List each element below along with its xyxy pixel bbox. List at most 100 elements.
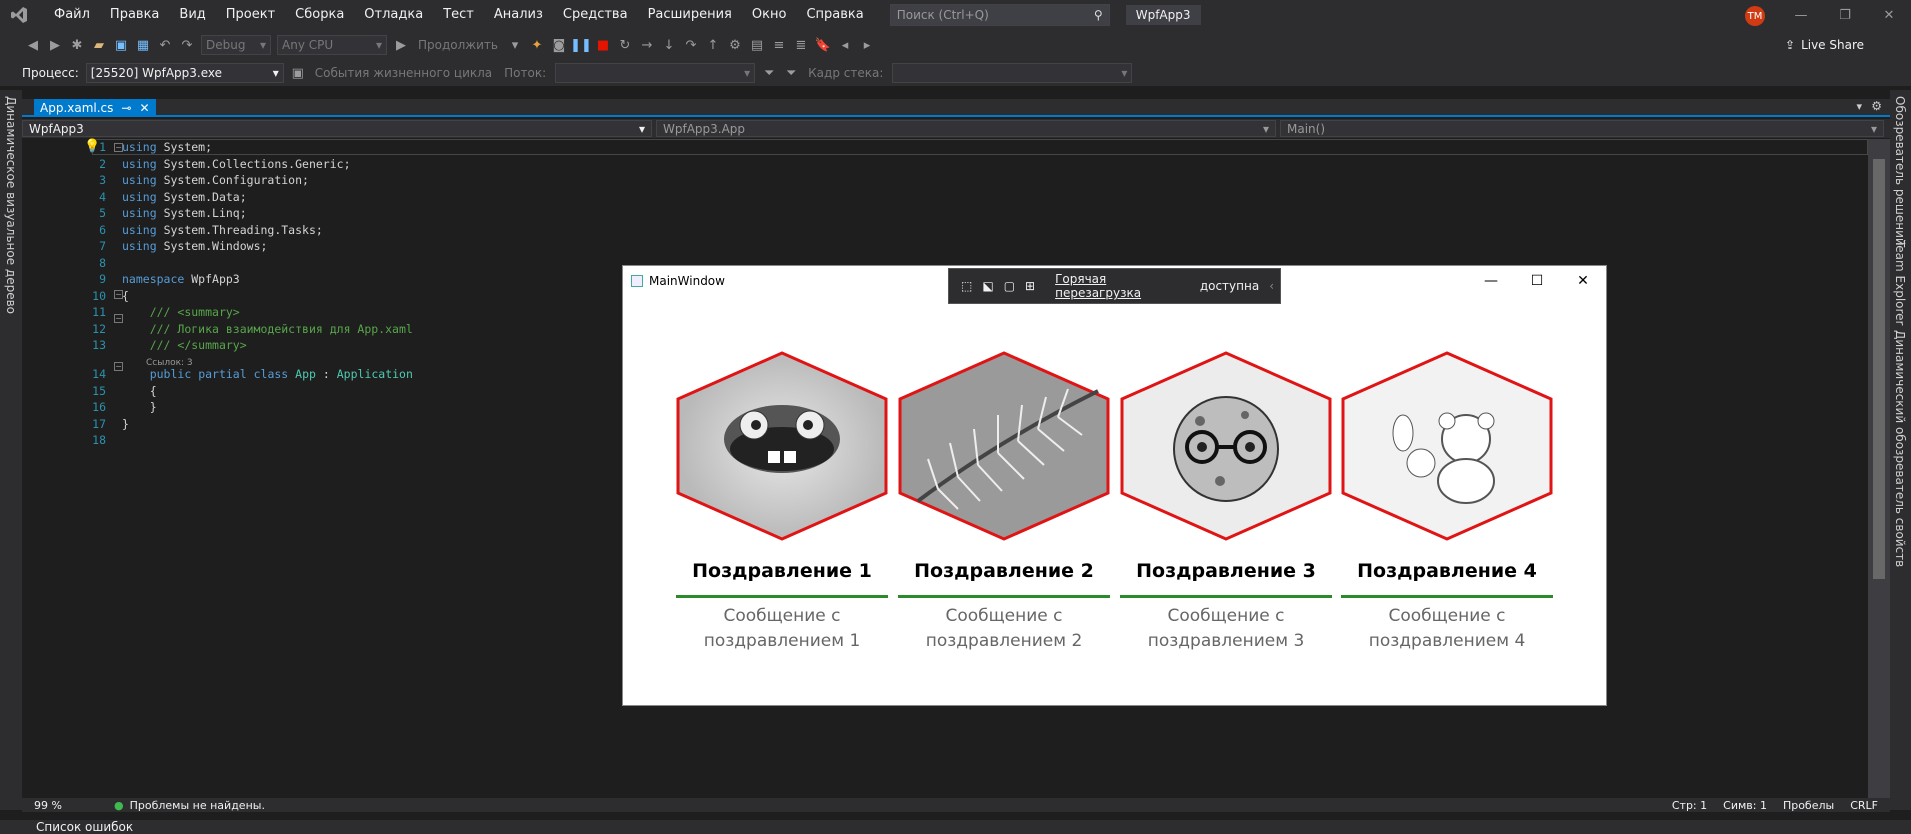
step-over-icon[interactable]: ↷ bbox=[680, 34, 702, 56]
problems-status[interactable]: Проблемы не найдены. bbox=[130, 799, 265, 812]
live-visual-tree-tab[interactable]: Динамическое визуальное дерево bbox=[4, 96, 18, 314]
wpf-window-title: MainWindow bbox=[649, 274, 725, 288]
maximize-icon[interactable]: ☐ bbox=[1514, 266, 1560, 296]
line-number: 18 bbox=[92, 433, 106, 447]
scrollbar-thumb[interactable] bbox=[1873, 159, 1885, 579]
next-bookmark-icon[interactable]: ▸ bbox=[856, 34, 878, 56]
gear-icon[interactable]: ⚙ bbox=[1871, 99, 1882, 113]
share-icon: ⇪ bbox=[1785, 38, 1796, 52]
uncomment-icon[interactable]: ≣ bbox=[790, 34, 812, 56]
menu-edit[interactable]: Правка bbox=[100, 0, 169, 30]
configuration-select[interactable]: Debug ▾ bbox=[201, 35, 271, 55]
track-focus-icon[interactable]: ▢ bbox=[1004, 279, 1015, 293]
editor-status-bar: 99 % ● Проблемы не найдены. Стр: 1 Симв:… bbox=[22, 798, 1890, 812]
menu-file[interactable]: Файл bbox=[44, 0, 100, 30]
menu-build[interactable]: Сборка bbox=[285, 0, 354, 30]
spaces-indicator[interactable]: Пробелы bbox=[1783, 799, 1834, 812]
display-adorners-icon[interactable]: ⬕ bbox=[982, 279, 993, 293]
live-share-button[interactable]: ⇪ Live Share bbox=[1785, 38, 1864, 52]
error-list-panel-header[interactable]: Список ошибок bbox=[0, 820, 1911, 834]
menu-window[interactable]: Окно bbox=[742, 0, 797, 30]
redo-icon[interactable]: ↷ bbox=[176, 34, 198, 56]
step-into-icon[interactable]: ↓ bbox=[658, 34, 680, 56]
vertical-scrollbar[interactable] bbox=[1868, 139, 1890, 799]
close-icon[interactable]: ✕ bbox=[1560, 266, 1606, 296]
eol-indicator[interactable]: CRLF bbox=[1850, 799, 1878, 812]
close-icon[interactable]: ✕ bbox=[1867, 8, 1911, 23]
restore-icon[interactable]: ❐ bbox=[1823, 8, 1867, 23]
step-icon[interactable]: → bbox=[636, 34, 658, 56]
line-number: 6 bbox=[99, 222, 106, 237]
card-message: Сообщение с поздравлением 2 bbox=[925, 606, 1083, 651]
menu-debug[interactable]: Отладка bbox=[354, 0, 433, 30]
select-element-icon[interactable]: ⬚ bbox=[961, 279, 972, 293]
dropdown-icon[interactable]: ▾ bbox=[504, 34, 526, 56]
comment-icon[interactable]: ≡ bbox=[768, 34, 790, 56]
process-select[interactable]: [25520] WpfApp3.exe ▾ bbox=[85, 63, 284, 83]
camera-icon[interactable]: ◙ bbox=[548, 34, 570, 56]
greeting-card-2: Поздравление 2 Сообщение с поздравлением … bbox=[898, 351, 1110, 661]
back-icon[interactable]: ◀ bbox=[22, 34, 44, 56]
line-number: 14 bbox=[92, 367, 106, 381]
card-title: Поздравление 2 bbox=[914, 560, 1094, 582]
new-project-icon[interactable]: ✱ bbox=[66, 34, 88, 56]
class-value: WpfApp3.App bbox=[663, 121, 746, 136]
search-input[interactable]: Поиск (Ctrl+Q) ⚲ bbox=[889, 4, 1110, 26]
minimize-icon[interactable]: — bbox=[1468, 266, 1514, 296]
save-icon[interactable]: ▣ bbox=[110, 34, 132, 56]
undo-icon[interactable]: ↶ bbox=[154, 34, 176, 56]
close-icon[interactable]: ✕ bbox=[139, 101, 149, 115]
line-number: 13 bbox=[92, 338, 106, 352]
stop-icon[interactable]: ■ bbox=[592, 34, 614, 56]
code-icon[interactable]: ▤ bbox=[746, 34, 768, 56]
greeting-card-4: Поздравление 4 Сообщение с поздравлением … bbox=[1341, 351, 1553, 661]
live-property-explorer-tab[interactable]: Динамический обозреватель свойств bbox=[1893, 330, 1907, 567]
card-title: Поздравление 3 bbox=[1136, 560, 1316, 582]
class-select[interactable]: WpfApp3.App ▾ bbox=[656, 120, 1276, 137]
pause-icon[interactable]: ❚❚ bbox=[570, 34, 592, 56]
menu-view[interactable]: Вид bbox=[169, 0, 215, 30]
hot-reload-link[interactable]: Горячая перезагрузка bbox=[1055, 272, 1196, 300]
prev-bookmark-icon[interactable]: ◂ bbox=[834, 34, 856, 56]
menu-project[interactable]: Проект bbox=[216, 0, 285, 30]
fire-icon[interactable]: ✦ bbox=[526, 34, 548, 56]
minimize-icon[interactable]: — bbox=[1779, 8, 1823, 23]
tab-overflow-icon[interactable]: ▾ bbox=[1856, 100, 1862, 113]
member-select[interactable]: Main() ▾ bbox=[1280, 120, 1884, 137]
collapse-toolbar-icon[interactable]: ‹ bbox=[1269, 279, 1274, 293]
hot-reload-icon[interactable]: ⚙ bbox=[724, 34, 746, 56]
zoom-level[interactable]: 99 % bbox=[34, 799, 94, 812]
menu-help[interactable]: Справка bbox=[796, 0, 873, 30]
project-select[interactable]: WpfApp3 ▾ bbox=[22, 120, 652, 137]
forward-icon[interactable]: ▶ bbox=[44, 34, 66, 56]
clear-filter-icon[interactable]: ⏷ bbox=[780, 62, 802, 84]
save-all-icon[interactable]: ▦ bbox=[132, 34, 154, 56]
play-icon[interactable]: ▶ bbox=[390, 34, 412, 56]
thread-select[interactable]: ▾ bbox=[555, 63, 756, 83]
team-explorer-tab[interactable]: Team Explorer bbox=[1893, 240, 1907, 326]
continue-button[interactable]: Продолжить bbox=[418, 38, 498, 52]
bookmark-icon[interactable]: 🔖 bbox=[812, 34, 834, 56]
layout-adorners-icon[interactable]: ⊞ bbox=[1025, 279, 1035, 293]
solution-explorer-tab[interactable]: Обозреватель решений bbox=[1893, 96, 1907, 246]
menu-extensions[interactable]: Расширения bbox=[638, 0, 742, 30]
image-hexagon-sponge bbox=[676, 351, 888, 541]
stackframe-select[interactable]: ▾ bbox=[892, 63, 1133, 83]
code-line: public partial class App : Application bbox=[149, 367, 413, 381]
avatar[interactable]: TM bbox=[1745, 6, 1765, 26]
chevron-down-icon: ▾ bbox=[638, 121, 645, 136]
menu-tools[interactable]: Средства bbox=[553, 0, 638, 30]
pin-icon[interactable]: ⊸ bbox=[121, 101, 131, 115]
tab-app-xaml-cs[interactable]: App.xaml.cs ⊸ ✕ bbox=[34, 99, 156, 117]
lifecycle-icon[interactable]: ▣ bbox=[287, 62, 309, 84]
restart-icon[interactable]: ↻ bbox=[614, 34, 636, 56]
menu-test[interactable]: Тест bbox=[433, 0, 484, 30]
lifecycle-events-button[interactable]: События жизненного цикла bbox=[315, 66, 492, 80]
line-number: 10 bbox=[92, 288, 106, 303]
line-number: 16 bbox=[92, 400, 106, 414]
platform-select[interactable]: Any CPU ▾ bbox=[277, 35, 387, 55]
menu-analyze[interactable]: Анализ bbox=[484, 0, 553, 30]
filter-icon[interactable]: ⏷ bbox=[758, 62, 780, 84]
open-icon[interactable]: ▰ bbox=[88, 34, 110, 56]
step-out-icon[interactable]: ↑ bbox=[702, 34, 724, 56]
